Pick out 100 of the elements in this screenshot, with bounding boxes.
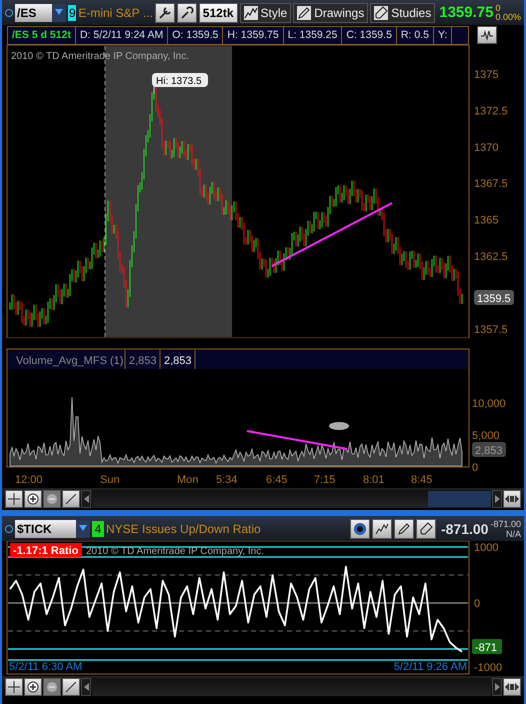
right-arrow-icon [494,683,500,691]
symbol-description: E-mini S&P ... [78,6,153,20]
price-axis-label: 1367.5 [474,178,508,190]
high-callout: Hi: 1373.5 [152,73,208,94]
zoom-in-icon [27,681,39,693]
line-tool-icon [65,493,77,505]
line-chart-icon [244,6,258,20]
link-group-number[interactable]: 9 [68,4,76,20]
end-time-label: 5/2/11 9:26 AM [394,661,467,673]
left-arrow-icon [84,495,88,503]
studies-button[interactable] [416,518,436,538]
price-marker: 1359.5 [474,290,514,305]
drawings-button[interactable]: Drawings [293,2,368,22]
chart-symbol-label: /ES 5 d 512t [8,26,76,44]
quote-cell: H: 1359.75 [223,26,284,44]
style-button[interactable] [372,518,392,538]
symbol-field[interactable]: $TICK [15,520,90,538]
expand-button[interactable] [503,678,521,696]
scroll-right-button[interactable] [492,490,502,508]
zoom-in-icon [27,493,39,505]
zoom-out-icon [46,681,58,693]
wave-icon [480,29,494,41]
crosshair-icon [8,493,20,505]
symbol-description: NYSE Issues Up/Down Ratio [106,522,261,536]
volume-axis-label: 10,000 [472,398,506,410]
draw-line-button[interactable] [62,490,80,508]
last-price: -871.00 [440,520,488,536]
volume-marker: 2,853 [472,442,506,457]
settings-button[interactable] [176,2,197,22]
time-axis-label: 8:45 [411,474,432,486]
price-axis-label: 1375 [474,69,498,81]
right-arrow-icon [494,495,500,503]
net-change: 0 [495,4,502,12]
expand-arrows-icon [505,494,519,504]
last-price: 1359.75 [439,4,494,21]
zoom-in-button[interactable] [24,678,42,696]
left-arrow-icon [84,683,88,691]
chart-type-button[interactable] [477,26,497,44]
copyright-text: 2010 © TD Ameritrade IP Company, Inc. [86,546,264,557]
link-dot-icon [5,524,13,532]
time-axis-label: 7:15 [314,474,336,486]
time-axis-label: 8:01 [363,474,384,486]
volume-axis-label: 0 [472,462,478,474]
line-tool-icon [65,681,77,693]
crosshair-button[interactable] [5,490,23,508]
ratio-badge: -1.17:1 Ratio [10,543,82,557]
start-time-label: 5/2/11 6:30 AM [9,661,82,673]
quote-cell: Y: [434,26,452,44]
price-axis-label: 1357.5 [474,324,508,336]
scroll-right-button[interactable] [492,678,502,696]
time-axis-label: Sun [100,474,120,486]
tick-axis-label: 0 [474,598,480,610]
status-text: N/A [506,528,521,538]
style-button[interactable]: Style [240,2,292,22]
scroll-thumb[interactable] [428,491,491,507]
price-axis-label: 1372.5 [474,105,508,118]
wrench-icon [158,6,172,20]
tick-axis-label: -1000 [474,662,502,674]
price-axis-label: 1365 [474,214,498,227]
pencil-icon [396,522,411,536]
scroll-left-button[interactable] [81,490,91,508]
symbol-field[interactable]: /ES [15,4,66,22]
line-chart-icon [374,522,389,536]
zoom-in-button[interactable] [24,490,42,508]
tools-button[interactable] [154,2,175,22]
expand-button[interactable] [503,490,521,508]
tick-axis-label: 1000 [474,542,498,554]
link-dot-icon [5,8,13,16]
quote-cell: O: 1359.5 [168,26,224,44]
studies-button[interactable]: Studies [370,2,436,22]
oval-marker [329,422,349,430]
time-axis-label: 12:00 [15,474,43,486]
expand-arrows-icon [505,682,519,692]
volume-axis-label: 5,000 [472,430,500,442]
price-axis-label: 1362.5 [474,251,508,263]
study-name: Volume_Avg_MFS (1) [16,355,124,367]
pencil-icon [297,6,312,20]
scroll-left-button[interactable] [81,678,91,696]
quote-cell: C: 1359.5 [342,26,397,44]
time-axis-label: 5:34 [216,474,238,486]
percent-change: 0.00% [495,12,521,22]
aggregation-button[interactable]: 512tk [198,2,238,22]
wrench-icon [180,6,194,20]
time-axis-label: 6:45 [266,474,288,486]
time-axis-label: Mon [177,474,198,486]
quote-cell: L: 1359.25 [284,26,342,44]
tick-marker: -871 [472,639,502,654]
draw-line-button[interactable] [62,678,80,696]
crosshair-icon [8,681,20,693]
link-group-number[interactable]: 4 [92,520,104,536]
globe-icon [352,522,367,536]
copyright-text: 2010 © TD Ameritrade IP Company, Inc. [11,51,190,62]
quote-cell: R: 0.5 [396,26,434,44]
quote-cell: D: 5/2/11 9:24 AM [76,26,168,44]
crosshair-button[interactable] [5,678,23,696]
small-last-price: -871.00 [490,518,521,528]
drawings-button[interactable] [394,518,414,538]
study-value: 2,853 [164,355,192,367]
study-value: 2,853 [129,355,157,367]
globe-button[interactable] [350,518,370,538]
